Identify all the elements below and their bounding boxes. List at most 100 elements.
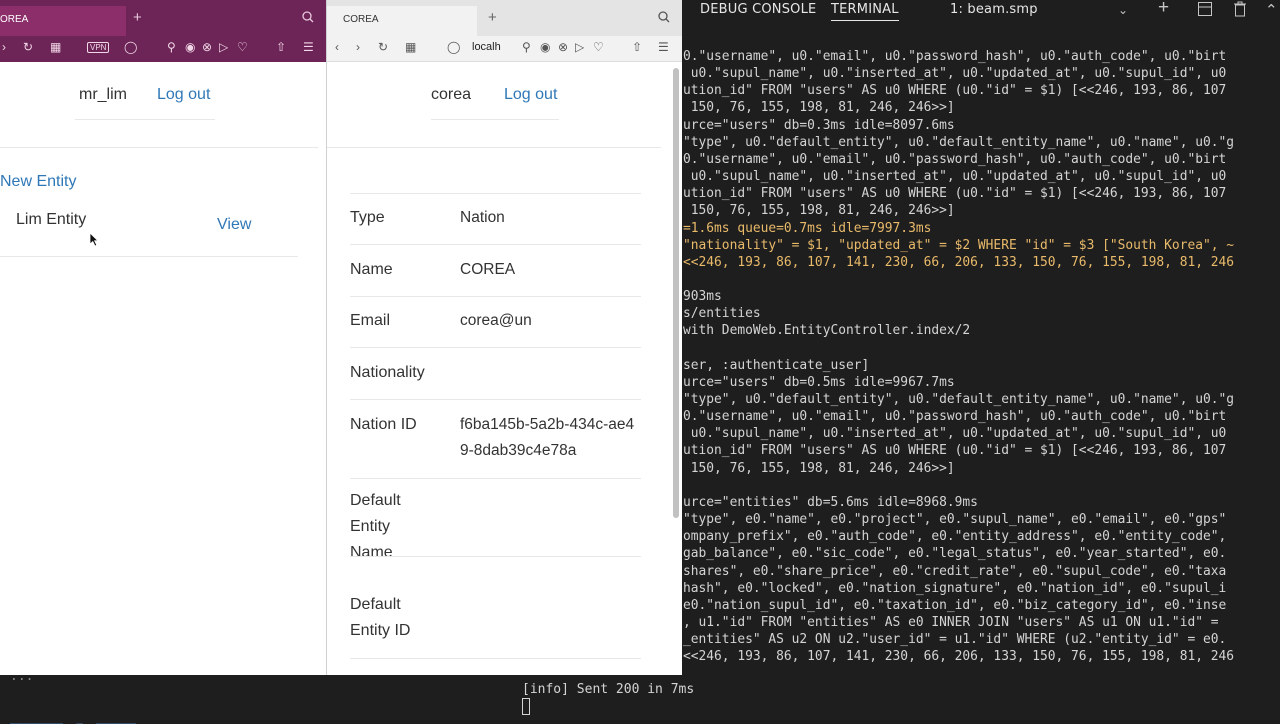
globe-icon[interactable]: ◯ [124,40,137,54]
terminal-line: ser, :authenticate_user] [683,357,870,373]
mouse-pointer-icon [89,232,99,247]
nav-divider [75,119,215,120]
tab-terminal[interactable]: TERMINAL [831,2,899,21]
terminal-line: 150, 76, 155, 198, 81, 246, 246>>] [683,100,955,116]
row-divider [350,244,641,245]
scrollbar[interactable] [673,68,679,518]
forward-icon[interactable]: › [356,40,360,54]
reload-icon[interactable]: ↻ [23,40,33,54]
grid-icon[interactable]: ▦ [50,40,61,54]
grid-icon[interactable]: ▦ [405,40,416,54]
browser-window-right: COREA + ‹ › ↻ ▦ ◯ localh ⚲ ◉ ⊗ ▷ ♡ ⇧ ☰ c… [326,0,682,675]
entity-name: Lim Entity [16,211,87,228]
row-divider [350,296,641,297]
browser-window-left: OREA + › ↻ ▦ VPN ◯ ⚲ ◉ ⊗ ▷ ♡ ⇧ ☰ mr_lim … [0,0,326,675]
plus-icon[interactable]: + [1158,0,1169,19]
row-divider [0,256,298,257]
terminal-line: 903ms [683,289,722,305]
vpn-badge[interactable]: VPN [87,42,110,53]
share-icon[interactable]: ⇧ [276,40,286,54]
detail-label: Nation ID [350,416,417,433]
bottom-terminal[interactable]: ... ________ _ ______ [info] Sent 200 in… [0,669,1280,724]
table-top-divider [350,193,641,194]
browser-tab[interactable]: OREA [0,6,126,36]
terminal-line: "type", u0."default_entity", u0."default… [683,134,1235,150]
heart-icon[interactable]: ♡ [237,40,248,54]
forward-icon[interactable]: › [2,40,6,54]
terminal-line: gab_balance", e0."sic_code", e0."legal_s… [683,546,1227,562]
play-icon[interactable]: ▷ [575,40,584,54]
terminal-line: u0."supul_name", u0."inserted_at", u0."u… [683,169,1227,185]
row-divider [350,399,641,400]
share-icon[interactable]: ⇧ [632,40,642,54]
menu-icon[interactable]: ☰ [658,40,669,54]
zoom-icon[interactable]: ⚲ [522,40,531,54]
detail-value: f6ba145b-5a2b-434c-ae49-8dab39c4e78a [460,416,635,459]
browser-tab[interactable]: COREA [327,6,477,36]
terminal-line: 0."username", u0."email", u0."password_h… [683,151,1227,167]
terminal-line: urce="users" db=0.5ms idle=9967.7ms [683,374,955,390]
terminal-line: ompany_prefix", e0."auth_code", e0."enti… [683,529,1227,545]
play-icon[interactable]: ▷ [219,40,228,54]
row-divider [350,658,641,659]
terminal-select[interactable]: 1: beam.smp [950,2,1038,17]
terminal-line: s/entities [683,306,761,322]
toolbar: ‹ › ↻ ▦ ◯ localh ⚲ ◉ ⊗ ▷ ♡ ⇧ ☰ [327,36,682,62]
block-icon[interactable]: ⊗ [202,40,212,54]
terminal-info-line: [info] Sent 200 in 7ms [522,682,695,697]
globe-icon[interactable]: ◯ [447,40,460,54]
new-tab-icon[interactable]: + [488,9,497,26]
page-content: mr_lim Log out New Entity Lim Entity Vie… [0,62,326,675]
header-divider [0,147,318,148]
terminal-line: "type", u0."default_entity", u0."default… [683,392,1235,407]
tab-title: OREA [0,14,29,25]
zoom-icon[interactable]: ⚲ [167,40,176,54]
terminal-line: with DemoWeb.EntityController.index/2 [683,323,971,339]
terminal-line: 150, 76, 155, 198, 81, 246, 246>>] [683,203,955,219]
logout-link[interactable]: Log out [504,86,557,104]
toolbar: › ↻ ▦ VPN ◯ ⚲ ◉ ⊗ ▷ ♡ ⇧ ☰ [0,36,326,62]
detail-label: Email [350,312,391,329]
detail-label: Default Entity Name [350,492,401,561]
tab-debug-console[interactable]: DEBUG CONSOLE [700,2,816,17]
terminal-line: _entities" AS u2 ON u2."user_id" = u1."i… [683,632,1227,648]
detail-label: Default Entity ID [350,596,411,639]
chevron-up-icon[interactable]: ⌃ [1265,1,1278,19]
search-icon[interactable] [658,11,670,26]
tab-title: COREA [343,14,379,25]
terminal-cursor [522,698,530,715]
tab-bar: OREA + [0,0,326,36]
camera-icon[interactable]: ◉ [185,40,195,54]
detail-label: Name [350,261,393,278]
trash-icon[interactable] [1233,1,1247,21]
detail-label: Type [350,209,385,226]
block-icon[interactable]: ⊗ [558,40,568,54]
terminal-line: shares", e0."share_price", e0."credit_ra… [683,563,1227,579]
menu-icon[interactable]: ☰ [303,40,314,54]
terminal-output[interactable]: 0."username", u0."email", u0."password_h… [680,48,1280,668]
terminal-line: "nationality" = $1, "updated_at" = $2 WH… [683,237,1235,253]
camera-icon[interactable]: ◉ [540,40,550,54]
panel-header: DEBUG CONSOLE TERMINAL 1: beam.smp ⌄ + ⌃ [680,0,1280,22]
back-icon[interactable]: ‹ [335,40,339,54]
split-terminal-icon[interactable] [1197,1,1213,21]
nav-username: mr_lim [79,86,127,103]
terminal-line: =1.6ms queue=0.7ms idle=7997.3ms [683,220,932,236]
terminal-line: , u1."id" FROM "entities" AS e0 INNER JO… [683,614,1227,630]
terminal-line: 0."username", u0."email", u0."password_h… [683,409,1227,425]
url-field[interactable]: localh [472,41,501,53]
chevron-down-icon[interactable]: ⌄ [1118,3,1128,17]
terminal-line: 0."username", u0."email", u0."password_h… [683,49,1227,64]
heart-icon[interactable]: ♡ [593,40,604,54]
new-tab-icon[interactable]: + [133,9,142,26]
terminal-line: <<246, 193, 86, 107, 141, 230, 66, 206, … [683,649,1235,665]
terminal-line: "type", e0."name", e0."project", e0."sup… [683,512,1227,528]
terminal-line: u0."supul_name", u0."inserted_at", u0."u… [683,66,1227,82]
search-icon[interactable] [302,11,314,26]
reload-icon[interactable]: ↻ [378,40,388,54]
terminal-line: ution_id" FROM "users" AS u0 WHERE (u0."… [683,186,1227,202]
row-divider [350,347,641,348]
view-link[interactable]: View [217,216,251,234]
new-entity-link[interactable]: New Entity [0,173,76,191]
logout-link[interactable]: Log out [157,86,210,104]
